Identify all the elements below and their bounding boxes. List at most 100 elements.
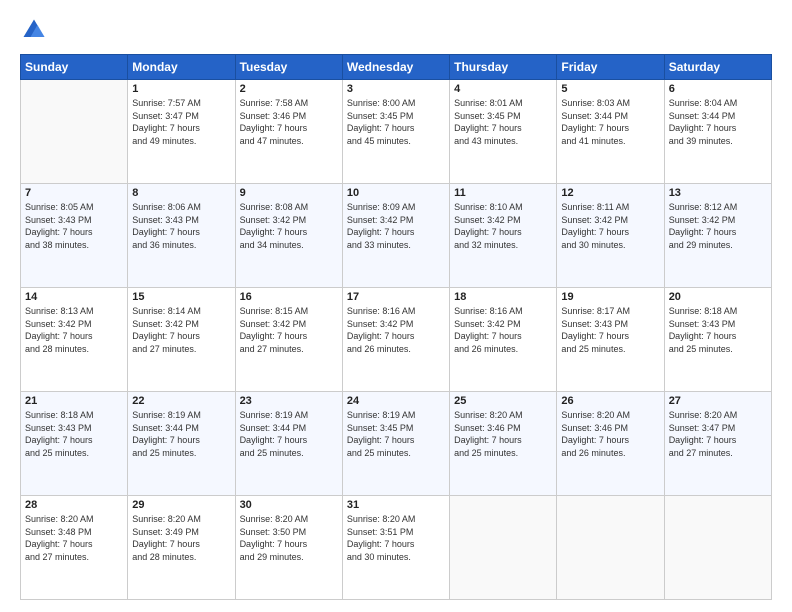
calendar-header-row: SundayMondayTuesdayWednesdayThursdayFrid… [21, 55, 772, 80]
calendar-cell: 10 Sunrise: 8:09 AM Sunset: 3:42 PM Dayli… [342, 184, 449, 288]
calendar-cell: 13 Sunrise: 8:12 AM Sunset: 3:42 PM Dayli… [664, 184, 771, 288]
calendar-cell: 5Sunrise: 8:03 AM Sunset: 3:44 PM Daylig… [557, 80, 664, 184]
day-number: 24 [347, 395, 445, 407]
day-info: Sunrise: 8:18 AM Sunset: 3:43 PM Dayligh… [25, 409, 123, 459]
day-number: 28 [25, 499, 123, 511]
calendar-cell: 24 Sunrise: 8:19 AM Sunset: 3:45 PM Dayli… [342, 392, 449, 496]
day-info: Sunrise: 8:16 AM Sunset: 3:42 PM Dayligh… [454, 305, 552, 355]
day-info: Sunrise: 8:20 AM Sunset: 3:49 PM Dayligh… [132, 513, 230, 563]
day-info: Sunrise: 8:20 AM Sunset: 3:50 PM Dayligh… [240, 513, 338, 563]
day-info: Sunrise: 8:14 AM Sunset: 3:42 PM Dayligh… [132, 305, 230, 355]
calendar-cell: 7 Sunrise: 8:05 AM Sunset: 3:43 PM Daylig… [21, 184, 128, 288]
calendar-cell: 17Sunrise: 8:16 AM Sunset: 3:42 PM Dayli… [342, 288, 449, 392]
day-number: 5 [561, 83, 659, 95]
day-number: 25 [454, 395, 552, 407]
logo-icon [20, 16, 48, 44]
day-info: Sunrise: 8:11 AM Sunset: 3:42 PM Dayligh… [561, 201, 659, 251]
calendar-cell [557, 496, 664, 600]
day-number: 2 [240, 83, 338, 95]
day-info: Sunrise: 8:04 AM Sunset: 3:44 PM Dayligh… [669, 97, 767, 147]
calendar-cell [21, 80, 128, 184]
day-number: 20 [669, 291, 767, 303]
calendar-cell: 26 Sunrise: 8:20 AM Sunset: 3:46 PM Dayli… [557, 392, 664, 496]
day-info: Sunrise: 8:15 AM Sunset: 3:42 PM Dayligh… [240, 305, 338, 355]
calendar-cell: 25Sunrise: 8:20 AM Sunset: 3:46 PM Dayli… [450, 392, 557, 496]
day-info: Sunrise: 8:13 AM Sunset: 3:42 PM Dayligh… [25, 305, 123, 355]
day-number: 27 [669, 395, 767, 407]
day-number: 15 [132, 291, 230, 303]
day-number: 23 [240, 395, 338, 407]
day-number: 26 [561, 395, 659, 407]
calendar-cell: 19 Sunrise: 8:17 AM Sunset: 3:43 PM Dayli… [557, 288, 664, 392]
calendar-cell: 14Sunrise: 8:13 AM Sunset: 3:42 PM Dayli… [21, 288, 128, 392]
weekday-header: Monday [128, 55, 235, 80]
calendar-cell: 4Sunrise: 8:01 AM Sunset: 3:45 PM Daylig… [450, 80, 557, 184]
calendar-cell: 27 Sunrise: 8:20 AM Sunset: 3:47 PM Dayli… [664, 392, 771, 496]
day-number: 13 [669, 187, 767, 199]
day-info: Sunrise: 8:20 AM Sunset: 3:46 PM Dayligh… [561, 409, 659, 459]
page: SundayMondayTuesdayWednesdayThursdayFrid… [0, 0, 792, 612]
day-number: 3 [347, 83, 445, 95]
calendar-cell: 2 Sunrise: 7:58 AM Sunset: 3:46 PM Daylig… [235, 80, 342, 184]
day-info: Sunrise: 8:19 AM Sunset: 3:45 PM Dayligh… [347, 409, 445, 459]
calendar-table: SundayMondayTuesdayWednesdayThursdayFrid… [20, 54, 772, 600]
day-info: Sunrise: 8:00 AM Sunset: 3:45 PM Dayligh… [347, 97, 445, 147]
calendar-cell: 28Sunrise: 8:20 AM Sunset: 3:48 PM Dayli… [21, 496, 128, 600]
calendar-cell: 30 Sunrise: 8:20 AM Sunset: 3:50 PM Dayli… [235, 496, 342, 600]
day-info: Sunrise: 7:57 AM Sunset: 3:47 PM Dayligh… [132, 97, 230, 147]
calendar-cell: 21 Sunrise: 8:18 AM Sunset: 3:43 PM Dayli… [21, 392, 128, 496]
calendar-cell: 1 Sunrise: 7:57 AM Sunset: 3:47 PM Daylig… [128, 80, 235, 184]
day-info: Sunrise: 8:20 AM Sunset: 3:47 PM Dayligh… [669, 409, 767, 459]
weekday-header: Tuesday [235, 55, 342, 80]
calendar-cell: 11 Sunrise: 8:10 AM Sunset: 3:42 PM Dayli… [450, 184, 557, 288]
day-info: Sunrise: 8:19 AM Sunset: 3:44 PM Dayligh… [132, 409, 230, 459]
day-number: 8 [132, 187, 230, 199]
day-number: 1 [132, 83, 230, 95]
calendar-cell: 22 Sunrise: 8:19 AM Sunset: 3:44 PM Dayli… [128, 392, 235, 496]
day-number: 6 [669, 83, 767, 95]
weekday-header: Friday [557, 55, 664, 80]
day-number: 7 [25, 187, 123, 199]
calendar-cell: 9 Sunrise: 8:08 AM Sunset: 3:42 PM Daylig… [235, 184, 342, 288]
calendar-cell: 15 Sunrise: 8:14 AM Sunset: 3:42 PM Dayli… [128, 288, 235, 392]
day-number: 10 [347, 187, 445, 199]
day-info: Sunrise: 8:06 AM Sunset: 3:43 PM Dayligh… [132, 201, 230, 251]
day-number: 21 [25, 395, 123, 407]
calendar-week-row: 21 Sunrise: 8:18 AM Sunset: 3:43 PM Dayli… [21, 392, 772, 496]
day-number: 22 [132, 395, 230, 407]
day-number: 19 [561, 291, 659, 303]
day-info: Sunrise: 8:17 AM Sunset: 3:43 PM Dayligh… [561, 305, 659, 355]
weekday-header: Wednesday [342, 55, 449, 80]
day-info: Sunrise: 8:18 AM Sunset: 3:43 PM Dayligh… [669, 305, 767, 355]
calendar-cell: 6 Sunrise: 8:04 AM Sunset: 3:44 PM Daylig… [664, 80, 771, 184]
day-number: 18 [454, 291, 552, 303]
weekday-header: Thursday [450, 55, 557, 80]
day-number: 30 [240, 499, 338, 511]
day-number: 29 [132, 499, 230, 511]
calendar-cell: 31 Sunrise: 8:20 AM Sunset: 3:51 PM Dayli… [342, 496, 449, 600]
logo [20, 16, 52, 44]
weekday-header: Saturday [664, 55, 771, 80]
day-info: Sunrise: 8:05 AM Sunset: 3:43 PM Dayligh… [25, 201, 123, 251]
day-info: Sunrise: 8:12 AM Sunset: 3:42 PM Dayligh… [669, 201, 767, 251]
day-info: Sunrise: 8:20 AM Sunset: 3:51 PM Dayligh… [347, 513, 445, 563]
calendar-cell: 23Sunrise: 8:19 AM Sunset: 3:44 PM Dayli… [235, 392, 342, 496]
day-info: Sunrise: 8:08 AM Sunset: 3:42 PM Dayligh… [240, 201, 338, 251]
day-info: Sunrise: 8:09 AM Sunset: 3:42 PM Dayligh… [347, 201, 445, 251]
calendar-cell: 3 Sunrise: 8:00 AM Sunset: 3:45 PM Daylig… [342, 80, 449, 184]
calendar-cell: 16Sunrise: 8:15 AM Sunset: 3:42 PM Dayli… [235, 288, 342, 392]
calendar-week-row: 7 Sunrise: 8:05 AM Sunset: 3:43 PM Daylig… [21, 184, 772, 288]
day-info: Sunrise: 7:58 AM Sunset: 3:46 PM Dayligh… [240, 97, 338, 147]
header [20, 16, 772, 44]
calendar-cell: 8 Sunrise: 8:06 AM Sunset: 3:43 PM Daylig… [128, 184, 235, 288]
day-number: 17 [347, 291, 445, 303]
day-number: 31 [347, 499, 445, 511]
day-number: 4 [454, 83, 552, 95]
calendar-week-row: 28Sunrise: 8:20 AM Sunset: 3:48 PM Dayli… [21, 496, 772, 600]
day-number: 9 [240, 187, 338, 199]
day-number: 11 [454, 187, 552, 199]
calendar-cell: 12 Sunrise: 8:11 AM Sunset: 3:42 PM Dayli… [557, 184, 664, 288]
day-info: Sunrise: 8:10 AM Sunset: 3:42 PM Dayligh… [454, 201, 552, 251]
calendar-week-row: 14Sunrise: 8:13 AM Sunset: 3:42 PM Dayli… [21, 288, 772, 392]
day-number: 12 [561, 187, 659, 199]
